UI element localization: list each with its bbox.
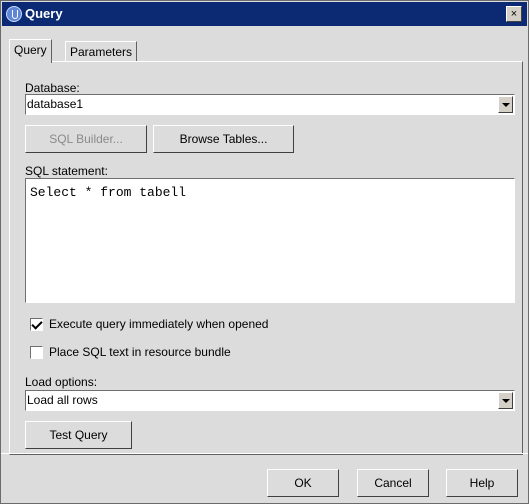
query-dialog: Query × Query Parameters Database: datab… (0, 0, 529, 504)
close-icon[interactable]: × (506, 6, 522, 22)
window-title: Query (25, 6, 63, 21)
database-value: database1 (27, 97, 84, 111)
chevron-down-icon[interactable] (498, 96, 513, 113)
database-label: Database: (25, 81, 80, 95)
tab-parameters[interactable]: Parameters (65, 41, 138, 62)
place-sql-bundle-checkbox[interactable] (30, 346, 43, 359)
load-options-label: Load options: (25, 375, 98, 389)
test-query-button[interactable]: Test Query (25, 421, 132, 449)
tab-query[interactable]: Query (9, 39, 52, 63)
title-bar[interactable]: Query × (2, 2, 527, 26)
execute-immediately-checkbox[interactable] (30, 318, 43, 331)
ok-button[interactable]: OK (267, 469, 339, 497)
execute-immediately-label: Execute query immediately when opened (49, 317, 269, 331)
app-icon (6, 6, 22, 22)
sql-statement-field[interactable]: Select * from tabell (25, 178, 515, 303)
load-options-value: Load all rows (27, 393, 98, 407)
browse-tables-button[interactable]: Browse Tables... (153, 125, 294, 153)
load-options-select[interactable]: Load all rows (25, 390, 515, 411)
place-sql-bundle-label: Place SQL text in resource bundle (49, 345, 231, 359)
cancel-button[interactable]: Cancel (357, 469, 429, 497)
help-button[interactable]: Help (446, 469, 518, 497)
sql-builder-button[interactable]: SQL Builder... (25, 125, 147, 153)
chevron-down-icon[interactable] (498, 392, 513, 409)
database-select[interactable]: database1 (25, 94, 515, 115)
sql-statement-label: SQL statement: (25, 164, 108, 178)
separator (1, 453, 528, 454)
